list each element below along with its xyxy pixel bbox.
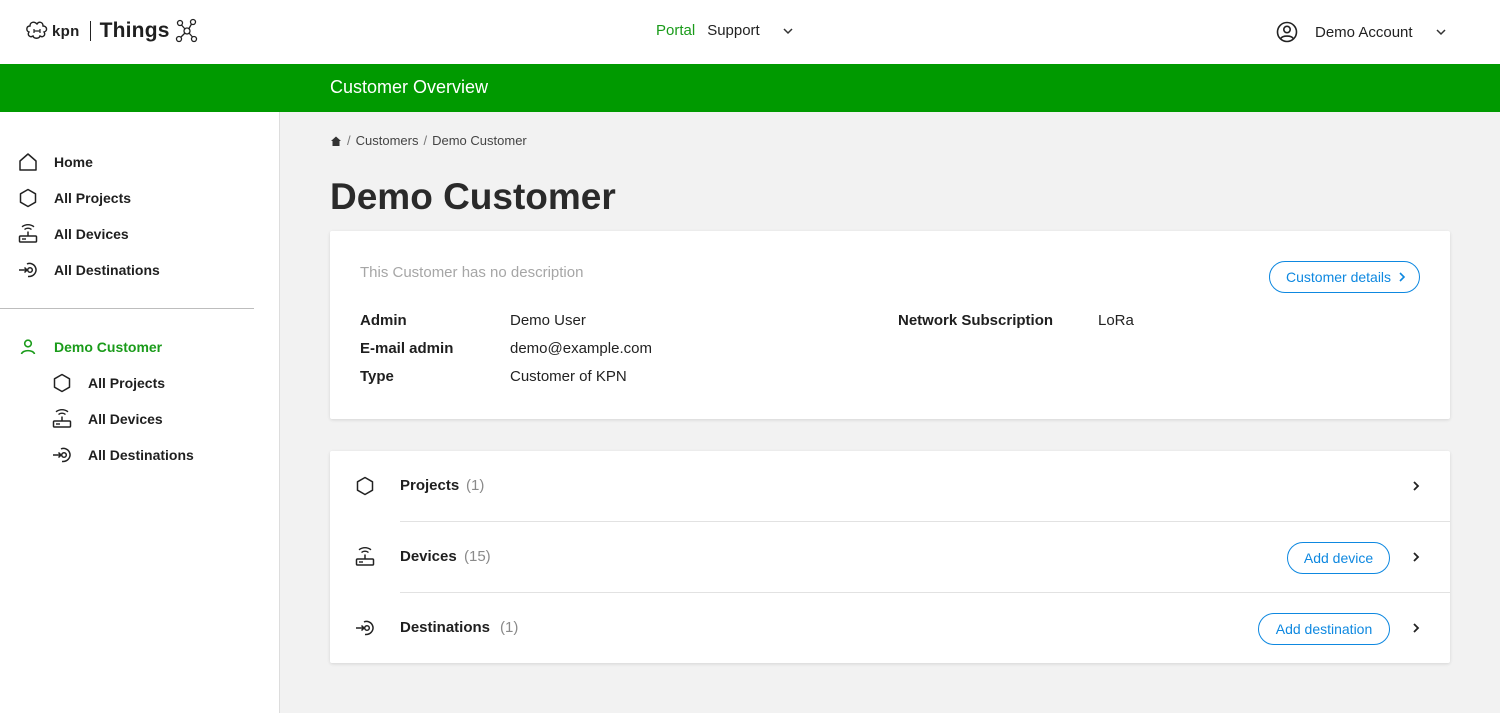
no-description-text: This Customer has no description bbox=[360, 264, 584, 281]
device-icon bbox=[355, 547, 375, 566]
resource-row-destinations[interactable]: Destinations (1) Add destination bbox=[330, 593, 1450, 664]
network-nodes-icon bbox=[175, 18, 197, 43]
row-count: (15) bbox=[464, 548, 491, 565]
detail-key: Admin bbox=[360, 312, 407, 329]
sidebar: Home All Projects All Devices All Destin… bbox=[0, 112, 280, 713]
kpn-wordmark: kpn bbox=[52, 22, 80, 40]
row-label: Devices bbox=[400, 548, 457, 565]
things-wordmark: Things bbox=[99, 19, 170, 42]
device-icon bbox=[18, 224, 38, 243]
detail-value: demo@example.com bbox=[510, 340, 652, 357]
detail-value: Customer of KPN bbox=[510, 368, 627, 385]
chevron-down-icon[interactable] bbox=[782, 25, 794, 37]
hexagon-icon bbox=[19, 188, 37, 208]
sidebar-item-label: Demo Customer bbox=[54, 339, 163, 355]
destination-icon bbox=[356, 620, 374, 636]
top-navigation: Portal Support bbox=[656, 22, 794, 39]
nav-portal-link[interactable]: Portal bbox=[656, 22, 695, 39]
sidebar-item-label: All Devices bbox=[54, 226, 129, 242]
detail-key: Type bbox=[360, 368, 394, 385]
main-content: / Customers / Demo Customer Demo Custome… bbox=[280, 112, 1500, 713]
sidebar-item-label: Home bbox=[54, 154, 93, 170]
customer-details-button[interactable]: Customer details bbox=[1269, 261, 1420, 293]
sidebar-item-label: All Devices bbox=[88, 411, 163, 427]
sidebar-item-label: All Destinations bbox=[54, 262, 160, 278]
page-header-band: Customer Overview bbox=[0, 64, 1500, 112]
account-name: Demo Account bbox=[1315, 23, 1413, 41]
kpn-flower-icon bbox=[26, 21, 48, 39]
sidebar-subitem-all-devices[interactable]: All Devices bbox=[51, 408, 163, 430]
breadcrumb-customers-link[interactable]: Customers bbox=[356, 133, 419, 148]
detail-value: LoRa bbox=[1098, 312, 1134, 329]
user-icon bbox=[20, 339, 36, 355]
resources-card: Projects (1) Devices (15) Add device Des… bbox=[330, 451, 1450, 663]
account-menu[interactable]: Demo Account bbox=[1276, 21, 1447, 43]
sidebar-subitem-all-projects[interactable]: All Projects bbox=[51, 372, 165, 394]
sidebar-item-all-projects[interactable]: All Projects bbox=[17, 187, 131, 209]
sidebar-item-demo-customer[interactable]: Demo Customer bbox=[17, 336, 162, 358]
row-label: Projects bbox=[400, 477, 460, 494]
add-destination-button[interactable]: Add destination bbox=[1258, 613, 1390, 645]
breadcrumb-current: Demo Customer bbox=[432, 133, 527, 148]
customer-details-label: Customer details bbox=[1286, 269, 1392, 285]
sidebar-subitem-all-destinations[interactable]: All Destinations bbox=[51, 444, 194, 466]
sidebar-item-label: All Projects bbox=[88, 375, 166, 391]
top-bar: kpn Things Portal Support Demo Account bbox=[0, 0, 1500, 64]
sidebar-item-all-devices[interactable]: All Devices bbox=[17, 223, 129, 245]
chevron-right-icon[interactable] bbox=[1410, 622, 1422, 634]
nav-support-link[interactable]: Support bbox=[707, 22, 760, 39]
band-title: Customer Overview bbox=[330, 77, 489, 97]
row-label: Destinations bbox=[400, 619, 491, 636]
kpn-things-logo[interactable]: kpn Things bbox=[24, 16, 198, 46]
chevron-right-icon[interactable] bbox=[1410, 480, 1422, 492]
hexagon-icon bbox=[356, 476, 374, 496]
page-title: Demo Customer bbox=[330, 176, 616, 217]
home-icon[interactable] bbox=[330, 135, 342, 147]
sidebar-item-all-destinations[interactable]: All Destinations bbox=[17, 259, 160, 281]
chevron-right-icon bbox=[1399, 272, 1406, 282]
detail-key: Network Subscription bbox=[898, 312, 1054, 329]
destination-icon bbox=[53, 447, 71, 463]
row-count: (1) bbox=[466, 477, 485, 494]
row-count: (1) bbox=[500, 619, 519, 636]
add-device-button[interactable]: Add device bbox=[1287, 542, 1390, 574]
device-icon bbox=[52, 409, 72, 428]
detail-value: Demo User bbox=[510, 312, 586, 329]
destination-icon bbox=[19, 262, 37, 278]
sidebar-divider bbox=[0, 308, 254, 309]
home-icon bbox=[19, 153, 37, 171]
breadcrumb: / Customers / Demo Customer bbox=[330, 133, 527, 148]
sidebar-item-label: All Destinations bbox=[88, 447, 194, 463]
logo-separator bbox=[89, 21, 91, 41]
user-circle-icon bbox=[1276, 21, 1298, 43]
hexagon-icon bbox=[53, 373, 71, 393]
chevron-down-icon bbox=[1436, 29, 1446, 36]
chevron-right-icon[interactable] bbox=[1410, 551, 1422, 563]
resource-row-projects[interactable]: Projects (1) bbox=[330, 451, 1450, 522]
detail-key: E-mail admin bbox=[360, 340, 454, 357]
customer-details-card: This Customer has no description Custome… bbox=[330, 231, 1450, 419]
resource-row-devices[interactable]: Devices (15) Add device bbox=[330, 522, 1450, 593]
sidebar-item-label: All Projects bbox=[54, 190, 132, 206]
sidebar-item-home[interactable]: Home bbox=[17, 151, 93, 173]
